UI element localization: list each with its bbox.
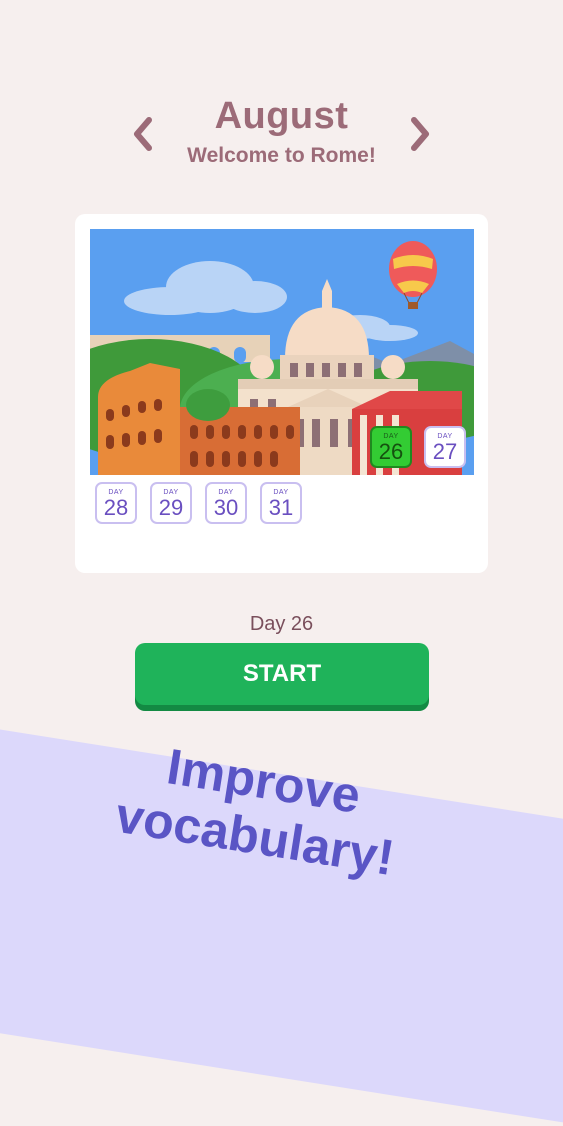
month-title: August	[214, 95, 349, 137]
day-30-button[interactable]: DAY 30	[205, 482, 247, 524]
day-number: 27	[432, 439, 458, 464]
prev-month-button[interactable]	[129, 114, 157, 154]
day-29-button[interactable]: DAY 29	[150, 482, 192, 524]
chevron-left-icon	[134, 117, 152, 151]
day-27-button[interactable]: DAY 27	[424, 426, 466, 468]
rome-landmarks-illustration	[90, 229, 474, 475]
day-number: 29	[158, 495, 184, 520]
day-31-button[interactable]: DAY 31	[260, 482, 302, 524]
selected-day-label: Day 26	[249, 613, 314, 635]
calendar-card: DAY 26 DAY 27 DAY 28 DAY 29 DAY 30 DAY 3…	[75, 214, 488, 573]
day-number: 26	[378, 439, 404, 464]
day-number: 28	[103, 495, 129, 520]
next-month-button[interactable]	[406, 114, 434, 154]
header: August Welcome to Rome!	[0, 95, 563, 168]
start-button[interactable]: START	[135, 643, 429, 705]
day-28-button[interactable]: DAY 28	[95, 482, 137, 524]
day-number: 31	[268, 495, 294, 520]
day-26-button[interactable]: DAY 26	[370, 426, 412, 468]
chevron-right-icon	[411, 117, 429, 151]
city-subtitle: Welcome to Rome!	[187, 144, 376, 167]
day-number: 30	[213, 495, 239, 520]
